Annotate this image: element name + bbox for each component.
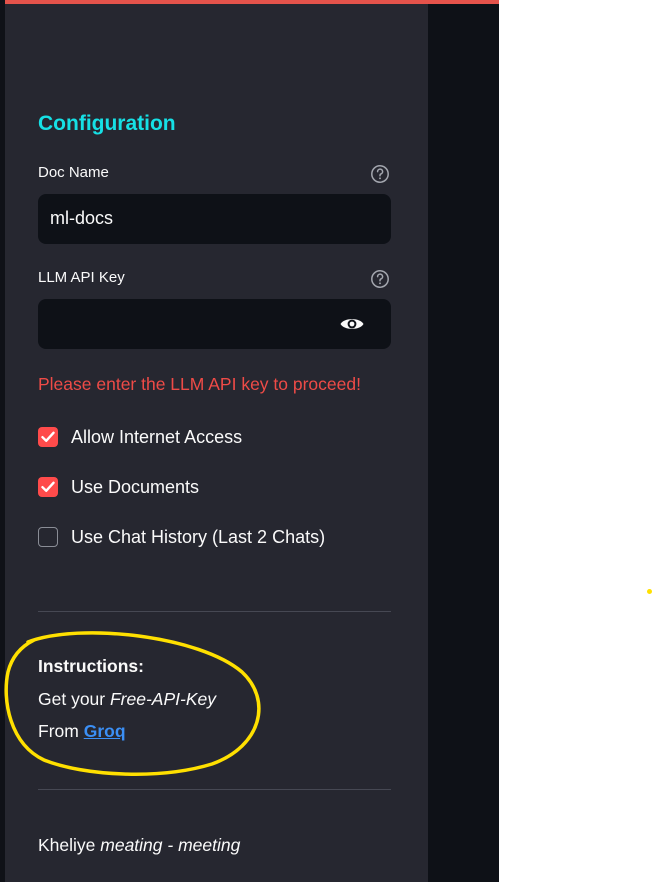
checkbox-allow-internet[interactable]: Allow Internet Access — [38, 426, 242, 448]
doc-name-value: ml-docs — [50, 208, 114, 228]
divider — [38, 789, 391, 790]
instructions-title: Instructions: — [38, 656, 144, 676]
checkbox-unchecked-icon[interactable] — [38, 527, 58, 547]
doc-name-input[interactable]: ml-docs — [38, 194, 391, 244]
groq-link[interactable]: Groq — [84, 721, 126, 741]
checkbox-checked-icon[interactable] — [38, 477, 58, 497]
checkbox-use-chat-history[interactable]: Use Chat History (Last 2 Chats) — [38, 526, 325, 548]
footer-emphasis: meating - meeting — [100, 835, 241, 855]
sidebar-title: Configuration — [38, 112, 176, 135]
instructions-text: From — [38, 721, 84, 741]
api-key-error: Please enter the LLM API key to proceed! — [38, 374, 361, 394]
checkbox-label: Use Chat History (Last 2 Chats) — [71, 526, 326, 547]
main-area — [428, 4, 499, 882]
instructions-text: Get your — [38, 689, 110, 709]
checkbox-use-documents[interactable]: Use Documents — [38, 476, 199, 498]
eye-icon[interactable] — [339, 315, 365, 333]
question-circle-icon[interactable] — [370, 269, 390, 289]
annotation-dot — [647, 589, 652, 594]
footer-prefix: Kheliye — [38, 835, 101, 855]
doc-name-label: Doc Name — [38, 164, 109, 181]
instructions-emphasis: Free-API-Key — [109, 689, 216, 709]
instructions-line-2: From Groq — [38, 721, 126, 742]
footer-text: Kheliye meating - meeting — [38, 835, 240, 856]
checkbox-label: Use Documents — [71, 476, 200, 497]
api-key-input[interactable] — [38, 299, 391, 349]
instructions-line-1: Get your Free-API-Key — [38, 689, 216, 710]
api-key-label: LLM API Key — [38, 269, 125, 286]
divider — [38, 611, 391, 612]
checkbox-label: Allow Internet Access — [71, 426, 243, 447]
question-circle-icon[interactable] — [370, 164, 390, 184]
checkbox-checked-icon[interactable] — [38, 427, 58, 447]
